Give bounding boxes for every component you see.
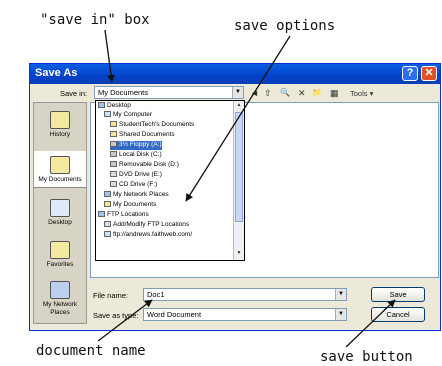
save-in-value: My Documents (98, 88, 149, 97)
favorites-icon (50, 241, 70, 259)
place-my-documents[interactable]: My Documents (34, 151, 86, 188)
dropdown-item[interactable]: Local Disk (C:) (110, 151, 162, 160)
dialog-title: Save As (35, 67, 78, 79)
network-places-icon (50, 281, 70, 299)
places-bar: History My Documents Desktop Favorites M… (33, 102, 87, 324)
cd-icon (110, 181, 117, 187)
place-network[interactable]: My Network Places (34, 281, 86, 317)
scroll-thumb[interactable] (235, 112, 243, 222)
file-name-field[interactable]: Doc1 ▼ (143, 288, 347, 301)
save-as-type-label: Save as type: (93, 311, 139, 320)
dropdown-item-label: 3½ Floppy (A:) (119, 141, 162, 148)
annotation-save-in-box: "save in" box (40, 12, 150, 28)
dropdown-item[interactable]: Desktop (98, 102, 131, 111)
desktop-icon (50, 199, 70, 217)
dropdown-item[interactable]: Add/Modify FTP Locations (104, 221, 189, 230)
annotation-save-options: save options (234, 18, 336, 34)
place-label: My Documents (38, 176, 82, 183)
chevron-down-icon[interactable]: ▼ (232, 87, 243, 98)
ftp-icon (104, 231, 111, 237)
dropdown-item[interactable]: ftp://andrews.faithweb.com/ (104, 231, 192, 240)
dropdown-item[interactable]: StudentTech's Documents (110, 121, 194, 130)
place-desktop[interactable]: Desktop (34, 199, 86, 226)
dropdown-item-label: Removable Disk (D:) (119, 161, 179, 168)
dropdown-item-label: Shared Documents (119, 131, 175, 138)
search-icon[interactable]: 🔍 (280, 88, 290, 97)
dropdown-scrollbar[interactable]: ▲ ▼ (233, 101, 244, 260)
annotation-save-button: save button (320, 349, 413, 365)
save-button[interactable]: Save (371, 287, 425, 302)
folder-icon (110, 121, 117, 127)
dropdown-item[interactable]: My Documents (104, 201, 156, 210)
my-documents-icon (50, 156, 70, 174)
dropdown-item-label: My Documents (113, 201, 157, 208)
save-as-type-value: Word Document (147, 310, 202, 319)
chevron-down-icon[interactable]: ▼ (335, 309, 346, 320)
place-label: History (49, 131, 71, 138)
dropdown-item-label: FTP Locations (107, 211, 149, 218)
ftp-icon (104, 221, 111, 227)
floppy-icon (110, 141, 117, 147)
file-name-value: Doc1 (147, 290, 165, 299)
disk-icon (110, 151, 117, 157)
desktop-icon (98, 102, 105, 108)
back-icon[interactable]: ◄ (250, 88, 259, 98)
delete-icon[interactable]: ✕ (298, 88, 306, 99)
views-icon[interactable]: ▦ (330, 88, 339, 99)
annotation-document-name: document name (36, 343, 146, 359)
save-in-combobox[interactable]: My Documents ▼ (94, 86, 244, 99)
save-as-dialog: Save As ? ✕ Save in: My Documents ▼ ◄ ⇧ … (29, 63, 441, 331)
dropdown-item[interactable]: My Computer (104, 111, 152, 120)
computer-icon (104, 111, 111, 117)
place-favorites[interactable]: Favorites (34, 241, 86, 268)
dropdown-item-label: My Computer (113, 111, 153, 118)
dropdown-item-label: ftp://andrews.faithweb.com/ (113, 231, 193, 238)
scroll-up-icon[interactable]: ▲ (235, 102, 243, 111)
dropdown-item-label: My Network Places (113, 191, 169, 198)
chevron-down-icon[interactable]: ▼ (335, 289, 346, 300)
dropdown-item-label: Local Disk (C:) (119, 151, 162, 158)
dropdown-item-label: CD Drive (F:) (119, 181, 158, 188)
place-label: Favorites (46, 261, 74, 268)
ftp-icon (98, 211, 105, 217)
dropdown-item[interactable]: Removable Disk (D:) (110, 161, 179, 170)
dropdown-item[interactable]: Shared Documents (110, 131, 175, 140)
place-label: My Network Places (42, 301, 78, 316)
dvd-icon (110, 171, 117, 177)
save-options-dropdown[interactable]: Desktop My Computer StudentTech's Docume… (95, 100, 245, 261)
dropdown-item-label: DVD Drive (E:) (119, 171, 162, 178)
dropdown-item[interactable]: DVD Drive (E:) (110, 171, 162, 180)
tools-menu[interactable]: Tools ▾ (350, 89, 373, 98)
dropdown-item-label: StudentTech's Documents (119, 121, 195, 128)
scroll-down-icon[interactable]: ▼ (235, 250, 243, 259)
place-history[interactable]: History (34, 111, 86, 138)
network-icon (104, 191, 111, 197)
dropdown-item[interactable]: CD Drive (F:) (110, 181, 157, 190)
title-bar: Save As ? ✕ (30, 64, 440, 84)
folder-icon (110, 131, 117, 137)
save-as-type-combobox[interactable]: Word Document ▼ (143, 308, 347, 321)
file-name-label: File name: (93, 291, 129, 300)
dropdown-item[interactable]: My Network Places (104, 191, 169, 200)
dropdown-item-label: Desktop (107, 102, 131, 109)
dropdown-item[interactable]: FTP Locations (98, 211, 149, 220)
dropdown-item-selected[interactable]: 3½ Floppy (A:) (110, 141, 162, 150)
help-button[interactable]: ? (402, 66, 418, 81)
cancel-button[interactable]: Cancel (371, 307, 425, 322)
dropdown-item-label: Add/Modify FTP Locations (113, 221, 190, 228)
close-button[interactable]: ✕ (421, 66, 437, 81)
save-in-label: Save in: (60, 89, 88, 98)
disk-icon (110, 161, 117, 167)
folder-icon (104, 201, 111, 207)
history-icon (50, 111, 70, 129)
up-folder-icon[interactable]: ⇧ (264, 88, 272, 99)
new-folder-icon[interactable]: 📁 (312, 88, 322, 97)
place-label: Desktop (48, 219, 72, 226)
